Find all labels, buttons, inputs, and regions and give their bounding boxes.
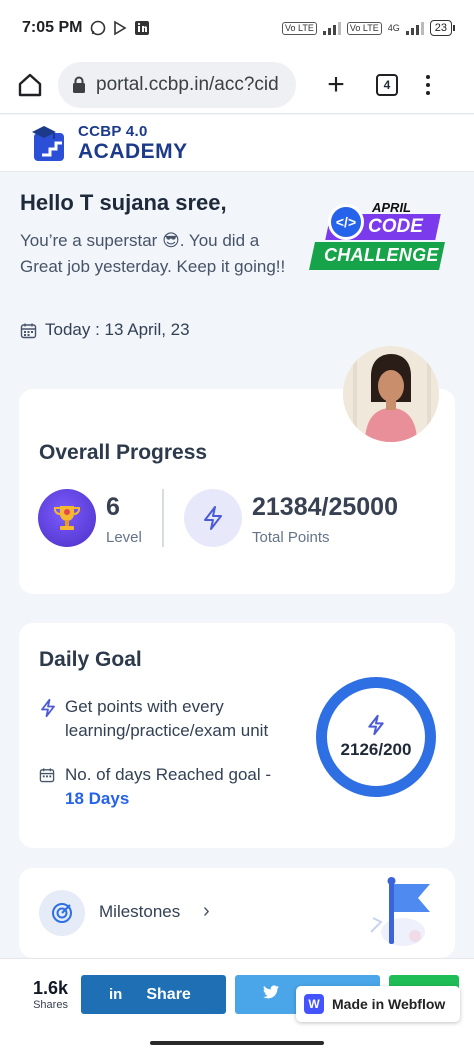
logo-text: CCBP 4.0 ACADEMY: [78, 124, 188, 162]
status-indicators: Vo LTE Vo LTE 4G 23: [282, 20, 456, 36]
daily-goal-ring-value: 2126/200: [340, 740, 412, 759]
overall-progress-title: Overall Progress: [39, 441, 208, 464]
volte-badge-2: Vo LTE: [346, 21, 382, 35]
made-in-webflow-badge[interactable]: W Made in Webflow: [296, 986, 460, 1022]
browser-menu-button[interactable]: [426, 74, 430, 95]
share-count-label: Shares: [33, 999, 68, 1011]
greeting-block: Hello T sujana sree, You’re a superstar …: [20, 190, 290, 280]
share-count: 1.6k Shares: [33, 979, 68, 1011]
whatsapp-icon: [90, 20, 106, 36]
status-bar: 7:05 PM Vo LTE Vo LTE 4G 23: [0, 0, 474, 56]
twitter-icon: [263, 985, 279, 1004]
tab-switcher-button[interactable]: 4: [376, 73, 398, 96]
address-bar[interactable]: portal.ccbp.in/acc?cid: [58, 61, 296, 108]
academy-logo-icon: [30, 123, 70, 163]
level-value: 6: [106, 493, 120, 521]
home-gesture-handle[interactable]: [150, 1041, 324, 1045]
home-icon: [18, 73, 42, 96]
chevron-right-icon: ›: [203, 900, 210, 922]
webflow-logo-icon: W: [304, 994, 324, 1014]
share-count-value: 1.6k: [33, 978, 69, 998]
home-button[interactable]: [14, 69, 46, 101]
new-tab-button[interactable]: +: [322, 69, 350, 99]
lightning-icon: [368, 714, 384, 736]
goal-days-count: 18 Days: [65, 789, 130, 808]
greeting-title: Hello T sujana sree,: [20, 190, 227, 215]
points-value: 21384/25000: [252, 493, 398, 521]
goal-days-text: No. of days Reached goal - 18 Days: [65, 763, 279, 811]
today-date: Today : 13 April, 23: [20, 320, 190, 340]
daily-goal-progress-ring: 2126/200: [316, 677, 436, 797]
battery-icon: 23: [429, 20, 456, 36]
screen: 7:05 PM Vo LTE Vo LTE 4G 23 portal.ccbp.: [0, 0, 474, 1053]
signal-icon: [322, 21, 341, 35]
lightning-icon: [184, 489, 242, 547]
milestones-label: Milestones: [99, 902, 181, 921]
daily-goal-title: Daily Goal: [39, 648, 142, 671]
target-icon: [39, 890, 85, 936]
linkedin-status-icon: [134, 20, 150, 36]
milestones-card[interactable]: Milestones ›: [19, 868, 455, 958]
play-icon: [112, 20, 128, 36]
trophy-icon: [38, 489, 96, 547]
status-time: 7:05 PM: [22, 19, 83, 36]
goal-days-row: No. of days Reached goal - 18 Days: [39, 763, 279, 811]
linkedin-share-label: Share: [146, 985, 191, 1003]
volte-badge: Vo LTE: [282, 21, 317, 35]
level-label: Level: [106, 529, 142, 546]
network-type: 4G: [387, 23, 400, 33]
promo-month: APRIL: [372, 200, 411, 215]
profile-avatar[interactable]: [343, 346, 439, 442]
points-label: Total Points: [252, 529, 330, 546]
gesture-nav-bar: [0, 1030, 474, 1053]
ccbp-logo[interactable]: CCBP 4.0 ACADEMY: [30, 123, 188, 163]
daily-goal-card: Daily Goal Get points with every learnin…: [19, 623, 455, 848]
logo-version: CCBP 4.0: [78, 123, 148, 140]
april-code-challenge-banner[interactable]: APRIL </> CODE CHALLENGE: [308, 198, 445, 272]
goal-days-label: No. of days Reached goal -: [65, 765, 272, 784]
browser-toolbar: portal.ccbp.in/acc?cid + 4: [0, 56, 474, 114]
calendar-icon: [39, 763, 59, 790]
today-date-text: Today : 13 April, 23: [45, 320, 190, 339]
webflow-badge-text: Made in Webflow: [332, 996, 446, 1012]
stat-divider: [162, 489, 164, 547]
linkedin-share-button[interactable]: in Share: [81, 975, 226, 1014]
linkedin-icon: in: [109, 986, 123, 1003]
promo-code-text: CODE: [368, 216, 423, 237]
logo-title: ACADEMY: [78, 140, 188, 163]
lightning-icon: [39, 695, 59, 725]
lock-icon: [72, 76, 86, 94]
code-brackets-icon: </>: [328, 204, 364, 240]
goal-points-text: Get points with every learning/practice/…: [65, 697, 269, 740]
goal-points-row: Get points with every learning/practice/…: [39, 695, 309, 743]
greeting-message: You’re a superstar 😎. You did a Great jo…: [20, 231, 286, 276]
site-header: CCBP 4.0 ACADEMY: [0, 115, 474, 172]
calendar-icon: [20, 323, 37, 338]
url-text: portal.ccbp.in/acc?cid: [96, 73, 279, 95]
signal-icon-2: [405, 21, 424, 35]
flag-icon: [359, 872, 439, 952]
promo-challenge-text: CHALLENGE: [324, 245, 439, 265]
